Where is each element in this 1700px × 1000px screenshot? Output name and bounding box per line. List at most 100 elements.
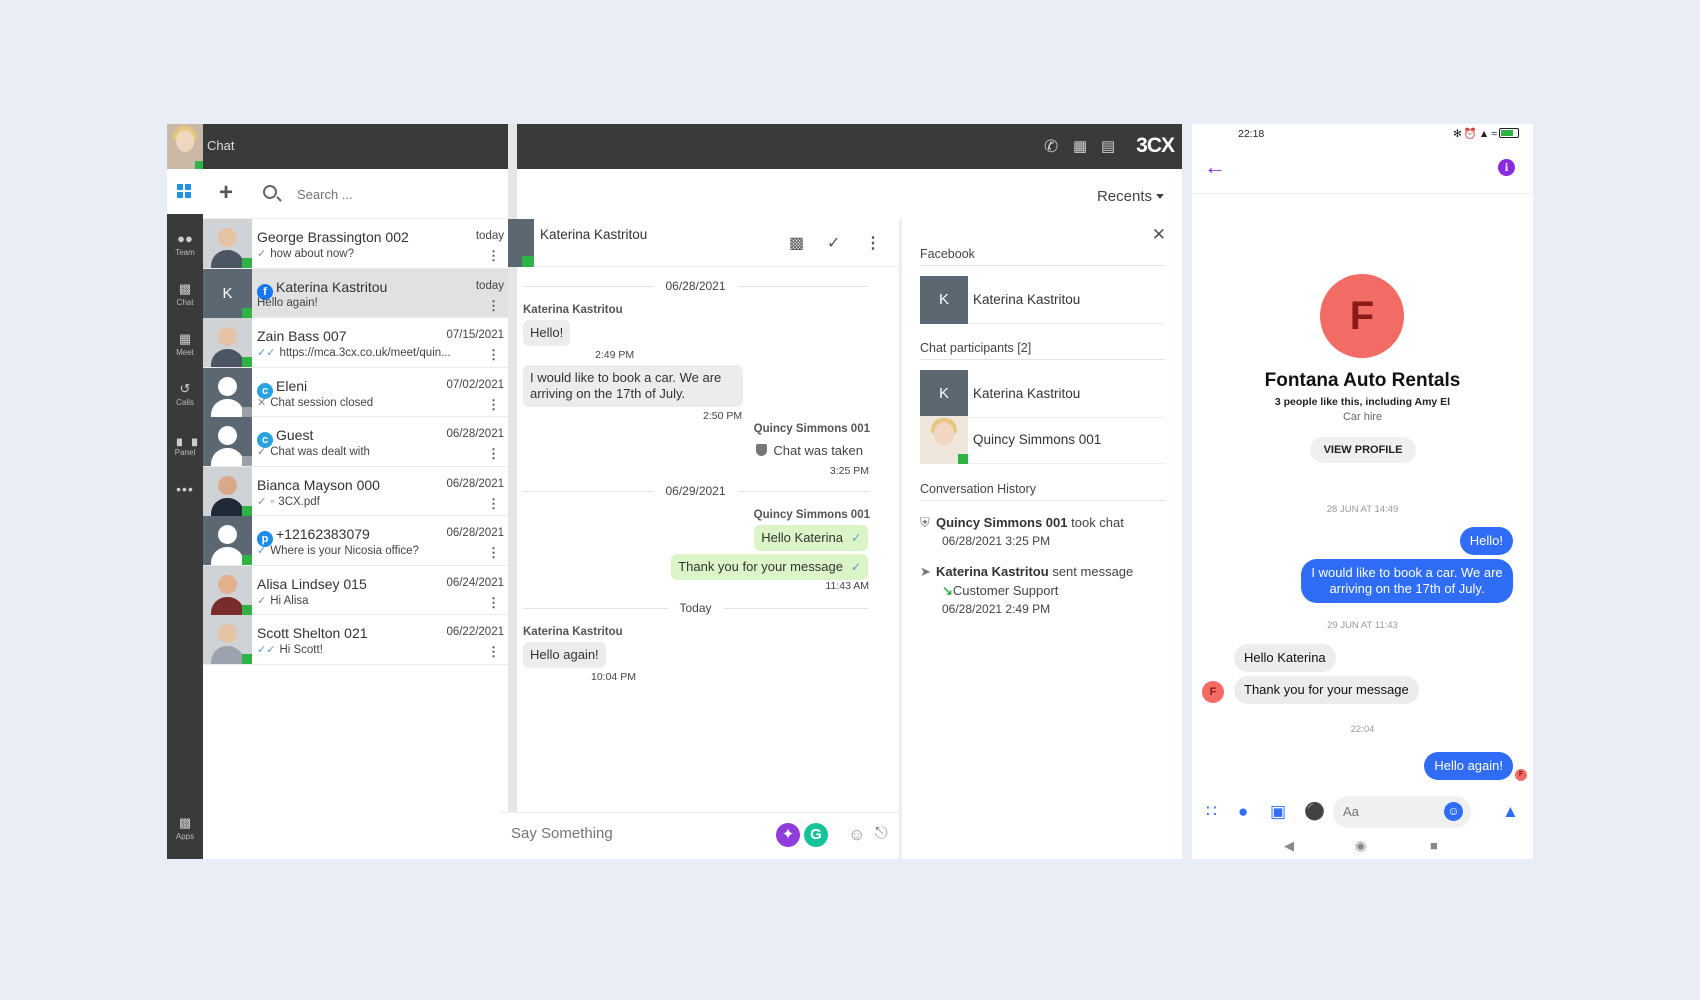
comment-icon[interactable]: ▩ — [789, 233, 804, 253]
chat-date: today — [475, 230, 504, 242]
kebab-icon[interactable]: ⋮ — [487, 644, 500, 660]
kebab-icon[interactable]: ⋮ — [487, 496, 500, 512]
page-category: Car hire — [1342, 411, 1383, 423]
microphone-icon[interactable]: ⚫ — [1304, 802, 1325, 822]
timestamp: 28 JUN AT 14:49 — [1326, 504, 1399, 515]
message-input[interactable] — [511, 825, 741, 842]
contact-name: Katerina Kastritou — [973, 292, 1081, 307]
section-participants: Chat participants [2] — [920, 341, 1032, 355]
chat-row[interactable]: c Guest ✓ Chat was dealt with 06/28/2021 ⋮ — [203, 417, 508, 467]
chat-row-selected[interactable]: K f Katerina Kastritou Hello again! today… — [203, 268, 508, 318]
message-bubble-outgoing: Hello Katerina ✓ — [754, 525, 868, 551]
messenger-text-field[interactable]: ☺ — [1333, 796, 1471, 828]
gallery-icon[interactable]: ▣ — [1270, 802, 1286, 822]
shield-icon: ⛨ — [920, 515, 930, 530]
book-icon[interactable]: ▤ — [1101, 137, 1115, 155]
close-icon[interactable]: ✕ — [1152, 225, 1166, 245]
grammarly-icon[interactable]: G — [804, 823, 828, 847]
ai-assist-icon[interactable]: ✦ — [776, 823, 800, 847]
chat-row[interactable]: Scott Shelton 021 ✓✓ Hi Scott! 06/22/2021… — [203, 615, 508, 665]
chat-row[interactable]: Bianca Mayson 000 ✓ ▫ 3CX.pdf 06/28/2021 ⋮ — [203, 466, 508, 516]
nav-back-icon[interactable]: ◀ — [1284, 838, 1294, 854]
contact-name: Guest — [276, 427, 314, 443]
chat-row[interactable]: Zain Bass 007 ✓✓ https://mca.3cx.co.uk/me… — [203, 318, 508, 368]
rail-panel[interactable]: ▖▗ Panel — [167, 424, 203, 472]
date-separator: 06/28/2021 — [523, 279, 868, 293]
rail-calls[interactable]: ↺ Calls — [167, 374, 203, 422]
read-tick-icon: ✓ — [257, 248, 267, 260]
kebab-icon[interactable]: ⋮ — [487, 446, 500, 462]
plus-icon[interactable]: + — [219, 179, 233, 207]
rail-apps[interactable]: ▩ Apps — [167, 808, 203, 856]
search-icon[interactable] — [263, 185, 277, 199]
kebab-icon[interactable]: ⋮ — [487, 347, 500, 363]
participant-row[interactable]: K Katerina Kastritou — [920, 370, 1165, 418]
rail-team[interactable]: ●● Team — [167, 224, 203, 272]
message-time: 3:25 PM — [829, 465, 869, 477]
camera-icon[interactable]: ● — [1238, 802, 1248, 822]
search-input[interactable] — [297, 183, 487, 205]
facebook-contact[interactable]: K Katerina Kastritou — [920, 276, 1165, 324]
windows-button[interactable] — [167, 169, 203, 214]
info-icon[interactable]: i — [1498, 159, 1515, 176]
emoji-icon[interactable]: ☺ — [1444, 802, 1463, 821]
kebab-icon[interactable]: ⋮ — [487, 248, 500, 264]
page-name: Fontana Auto Rentals — [1264, 370, 1461, 391]
message-bubble-outgoing: Thank you for your message ✓ — [671, 554, 868, 580]
section-facebook: Facebook — [920, 247, 975, 261]
attachment-icon[interactable]: ⎋ — [875, 825, 888, 843]
kebab-icon[interactable]: ⋮ — [487, 595, 500, 611]
nav-home-icon[interactable]: ◉ — [1355, 838, 1366, 854]
last-message: 3CX.pdf — [278, 495, 320, 508]
phone-icon[interactable]: ✆ — [1044, 137, 1058, 157]
messenger-input-bar: ∷ ● ▣ ⚫ ☺ ▲ — [1192, 793, 1533, 831]
read-tick-icon: ✓ — [257, 594, 267, 607]
kebab-icon[interactable]: ⋮ — [487, 545, 500, 561]
header-title: Chat — [207, 138, 235, 153]
messenger-input[interactable] — [1343, 804, 1443, 819]
page-avatar-small: F — [1202, 681, 1224, 703]
kebab-icon[interactable]: ⋮ — [487, 298, 500, 314]
participant-name: Quincy Simmons 001 — [973, 432, 1102, 447]
nav-recents-icon[interactable]: ■ — [1430, 838, 1438, 853]
kebab-icon[interactable]: ⋮ — [865, 233, 881, 253]
more-icon[interactable]: ••• — [167, 481, 203, 497]
message-time: 10:04 PM — [591, 671, 636, 683]
contact-avatar — [203, 516, 252, 565]
check-icon[interactable]: ✓ — [827, 233, 840, 253]
view-profile-button[interactable]: VIEW PROFILE — [1310, 437, 1416, 463]
conversation-panel: Katerina Kastritou ▩ ✓ ⋮ 06/28/2021 Kate… — [499, 219, 899, 859]
meet-icon: ▦ — [178, 331, 192, 346]
battery-icon — [1499, 128, 1519, 138]
kebab-icon[interactable]: ⋮ — [487, 397, 500, 413]
rail-chat[interactable]: ▩ Chat — [167, 274, 203, 322]
chat-row[interactable]: Alisa Lindsey 015 ✓ Hi Alisa 06/24/2021 ⋮ — [203, 565, 508, 615]
message-sender: Katerina Kastritou — [523, 304, 623, 316]
qr-icon[interactable]: ▦ — [1073, 137, 1087, 155]
contact-name: Katerina Kastritou — [276, 278, 388, 295]
my-avatar[interactable] — [167, 124, 203, 169]
outgoing-bubble: I would like to book a car. We are arriv… — [1301, 559, 1513, 603]
rail-meet[interactable]: ▦ Meet — [167, 324, 203, 372]
chat-row[interactable]: c Eleni ✕ Chat session closed 07/02/2021 ⋮ — [203, 367, 508, 417]
emoji-icon[interactable]: ☺ — [848, 825, 865, 845]
participant-avatar — [920, 416, 968, 464]
page-avatar: F — [1320, 274, 1404, 358]
system-message: Chat was taken — [756, 443, 863, 458]
chat-row[interactable]: George Brassington 002 ✓ how about now? t… — [203, 219, 508, 269]
last-message: how about now? — [270, 248, 354, 260]
apps-grid-icon[interactable]: ∷ — [1206, 802, 1217, 822]
message-sender: Quincy Simmons 001 — [753, 423, 870, 435]
message-composer: ✦ G ☺ ⎋ — [499, 812, 899, 859]
double-tick-icon: ✓✓ — [257, 644, 276, 656]
chat-row[interactable]: p +12162383079 ✓ Where is your Nicosia off… — [203, 516, 508, 566]
recents-dropdown[interactable]: Recents — [1097, 188, 1164, 205]
participant-row[interactable]: Quincy Simmons 001 — [920, 416, 1165, 464]
like-thumb-icon[interactable]: ▲ — [1502, 802, 1519, 822]
divider — [920, 359, 1165, 360]
incoming-bubble: Thank you for your message — [1234, 676, 1419, 704]
participant-name: Katerina Kastritou — [973, 386, 1081, 401]
outgoing-bubble: Hello! — [1459, 527, 1513, 555]
back-arrow-icon[interactable]: ← — [1204, 154, 1226, 180]
android-nav-bar: ◀ ◉ ■ — [1192, 834, 1533, 859]
